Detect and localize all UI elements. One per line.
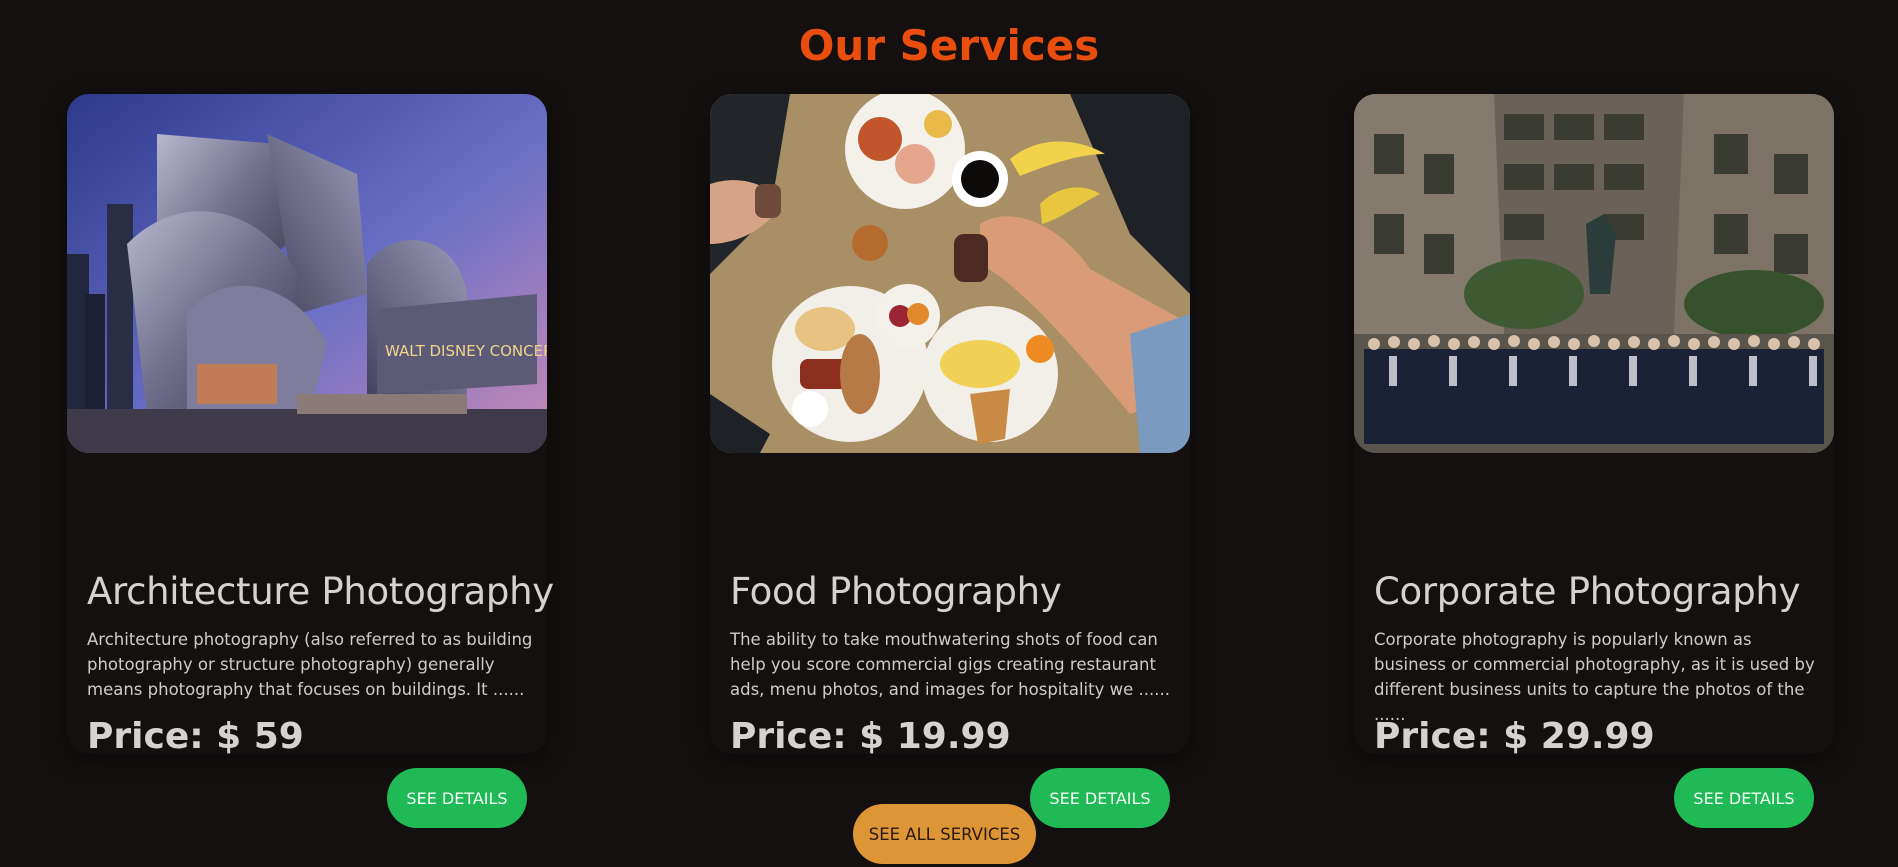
section-title: Our Services — [798, 21, 1100, 70]
see-details-button[interactable]: SEE DETAILS — [1030, 768, 1170, 828]
service-card-food: Food Photography The ability to take mou… — [710, 94, 1190, 828]
service-description: The ability to take mouthwatering shots … — [730, 630, 1170, 699]
price-label: Price: $ — [87, 716, 254, 757]
service-price: Price: $ 29.99 — [1374, 709, 1655, 765]
service-price: Price: $ 19.99 — [730, 709, 1011, 765]
service-card-architecture: WALT DISNEY CONCERT HALL Architecture Ph… — [67, 94, 554, 828]
architecture-photo: WALT DISNEY CONCERT HALL — [67, 94, 547, 453]
service-price: Price: $ 59 — [87, 709, 304, 765]
price-label: Price: $ — [730, 716, 897, 757]
see-all-services-button[interactable]: SEE ALL SERVICES — [853, 804, 1036, 864]
service-title: Corporate Photography — [1374, 570, 1801, 613]
price-value: 29.99 — [1540, 716, 1655, 757]
price-value: 59 — [253, 716, 304, 757]
see-details-button[interactable]: SEE DETAILS — [387, 768, 527, 828]
food-photo — [710, 94, 1190, 453]
service-description: Architecture photography (also referred … — [87, 630, 533, 699]
service-card-corporate: Corporate Photography Corporate photogra… — [1354, 94, 1834, 828]
service-title: Architecture Photography — [87, 570, 554, 613]
price-value: 19.99 — [896, 716, 1011, 757]
services-section: Our Services WALT DISNEY CONCE Architect… — [0, 0, 1898, 867]
see-details-button[interactable]: SEE DETAILS — [1674, 768, 1814, 828]
architecture-photo-overlay-text: WALT DISNEY CONCERT HALL — [385, 342, 547, 360]
price-label: Price: $ — [1374, 716, 1541, 757]
service-title: Food Photography — [730, 570, 1062, 613]
corporate-photo — [1354, 94, 1834, 453]
